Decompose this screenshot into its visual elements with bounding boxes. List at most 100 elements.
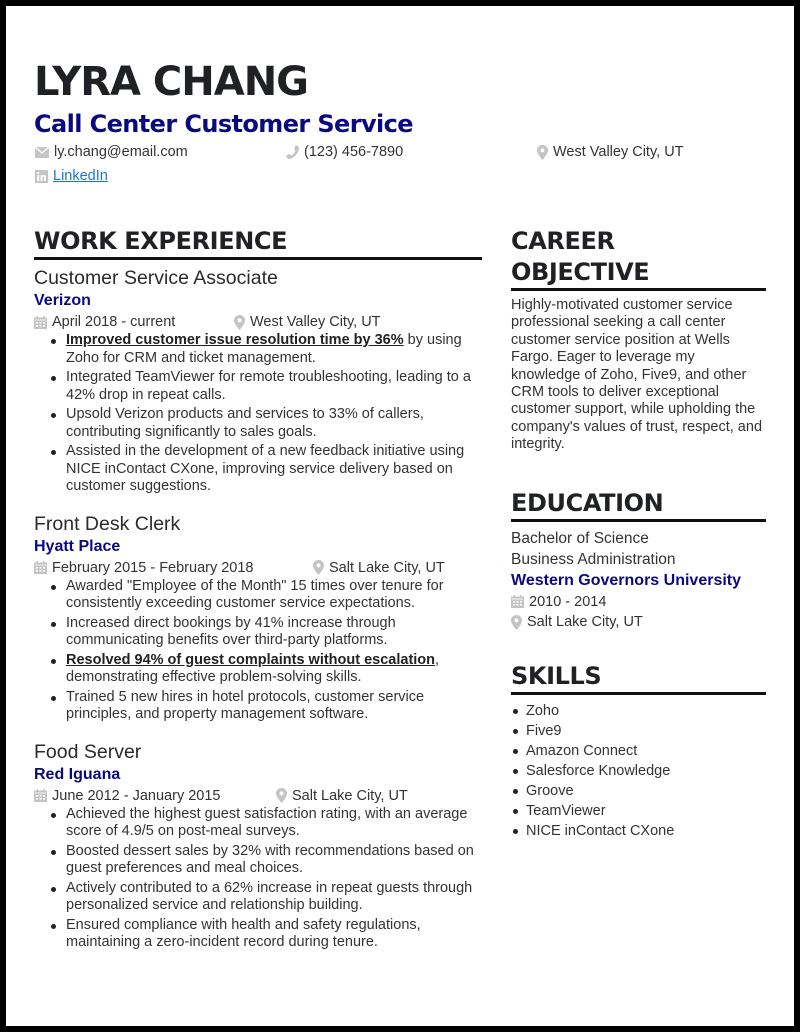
achievement-list: Achieved the highest guest satisfaction … — [34, 806, 482, 952]
company-name: Hyatt Place — [34, 537, 121, 555]
company-name: Red Iguana — [34, 765, 121, 783]
map-pin-icon — [234, 314, 245, 330]
skill-item: Groove — [511, 781, 766, 801]
job-entry: Front Desk Clerk Hyatt Place February 20… — [34, 512, 482, 724]
calendar-icon — [34, 789, 47, 802]
job-meta: April 2018 - current West Valley City, U… — [34, 312, 482, 332]
section-heading-work-experience: WORK EXPERIENCE — [34, 226, 482, 260]
achievement-bullet: Assisted in the development of a new fee… — [48, 443, 482, 496]
job-dates: February 2015 - February 2018 — [34, 558, 313, 578]
job-entry: Food Server Red Iguana June 2012 - Janua… — [34, 740, 482, 952]
candidate-name: LYRA CHANG — [34, 59, 309, 105]
achievement-list: Awarded "Employee of the Month" 15 times… — [34, 578, 482, 724]
contact-email: ly.chang@email.com — [35, 143, 188, 161]
job-location-text: Salt Lake City, UT — [329, 559, 445, 576]
education-dates: 2010 - 2014 — [511, 592, 766, 613]
job-location: Salt Lake City, UT — [313, 558, 445, 578]
map-pin-icon — [537, 144, 548, 160]
heading-line-2: OBJECTIVE — [511, 258, 650, 286]
achievement-bullet: Trained 5 new hires in hotel protocols, … — [48, 689, 482, 724]
skill-item: TeamViewer — [511, 801, 766, 821]
job-title: Food Server — [34, 740, 142, 763]
section-heading-career-objective: CAREER OBJECTIVE — [511, 226, 766, 291]
work-experience-section: WORK EXPERIENCE Customer Service Associa… — [34, 226, 482, 968]
achievement-bullet: Ensured compliance with health and safet… — [48, 917, 482, 952]
skill-item: Zoho — [511, 701, 766, 721]
job-location: West Valley City, UT — [234, 312, 381, 332]
achievement-bullet: Resolved 94% of guest complaints without… — [48, 652, 482, 687]
calendar-icon — [34, 315, 47, 329]
achievement-bullet: Improved customer issue resolution time … — [48, 332, 482, 367]
objective-text: Highly-motivated customer service profes… — [511, 297, 763, 453]
linkedin-icon — [35, 169, 48, 183]
bullet-text: Actively contributed to a 62% increase i… — [66, 879, 473, 914]
career-objective-section: CAREER OBJECTIVE Highly-motivated custom… — [511, 226, 766, 454]
achievement-bullet: Achieved the highest guest satisfaction … — [48, 806, 482, 841]
section-heading-skills: SKILLS — [511, 661, 766, 695]
skills-list: Zoho Five9 Amazon Connect Salesforce Knowle… — [511, 701, 766, 841]
job-dates-text: April 2018 - current — [52, 314, 176, 330]
bullet-text: Upsold Verizon products and services to … — [66, 406, 424, 440]
bullet-text: Assisted in the development of a new fee… — [66, 443, 465, 494]
contact-location: West Valley City, UT — [537, 143, 684, 161]
achievement-bullet: Boosted dessert sales by 32% with recomm… — [48, 843, 482, 878]
phone-icon — [286, 145, 299, 159]
map-pin-icon — [276, 788, 287, 803]
envelope-icon — [35, 146, 49, 158]
job-title: Front Desk Clerk — [34, 512, 181, 535]
heading-line-1: CAREER — [511, 227, 615, 255]
education-location-text: Salt Lake City, UT — [527, 614, 643, 631]
job-dates: June 2012 - January 2015 — [34, 786, 276, 806]
bullet-text: Awarded "Employee of the Month" 15 times… — [66, 577, 444, 612]
sidebar: CAREER OBJECTIVE Highly-motivated custom… — [511, 226, 766, 841]
section-heading-education: EDUCATION — [511, 488, 766, 522]
job-entry: Customer Service Associate Verizon April… — [34, 266, 482, 496]
skill-item: Five9 — [511, 721, 766, 741]
skill-item: Amazon Connect — [511, 741, 766, 761]
job-location: Salt Lake City, UT — [276, 786, 408, 806]
achievement-bullet: Integrated TeamViewer for remote trouble… — [48, 369, 482, 404]
jobs-list: Customer Service Associate Verizon April… — [34, 266, 482, 952]
email-text: ly.chang@email.com — [54, 144, 188, 160]
calendar-icon — [34, 561, 47, 574]
map-pin-icon — [313, 560, 324, 575]
resume-page: LYRA CHANG Call Center Customer Service … — [6, 6, 794, 1026]
job-meta: February 2015 - February 2018 Salt Lake … — [34, 558, 482, 578]
map-pin-icon — [511, 614, 522, 630]
bullet-text: Ensured compliance with health and safet… — [66, 916, 421, 951]
education-section: EDUCATION Bachelor of Science Business A… — [511, 488, 766, 633]
degree: Bachelor of Science — [511, 529, 649, 547]
job-title: Customer Service Associate — [34, 267, 278, 289]
achievement-bullet: Upsold Verizon products and services to … — [48, 406, 482, 441]
phone-text: (123) 456-7890 — [304, 144, 404, 160]
highlighted-achievement: Improved customer issue resolution time … — [66, 332, 404, 348]
achievement-list: Improved customer issue resolution time … — [34, 332, 482, 496]
job-dates: April 2018 - current — [34, 312, 234, 332]
achievement-bullet: Actively contributed to a 62% increase i… — [48, 880, 482, 915]
school-name: Western Governors University — [511, 571, 742, 589]
job-location-text: West Valley City, UT — [250, 314, 381, 330]
bullet-text: Trained 5 new hires in hotel protocols, … — [66, 688, 425, 723]
contact-linkedin[interactable]: LinkedIn — [35, 167, 108, 185]
bullet-text: Boosted dessert sales by 32% with recomm… — [66, 842, 474, 877]
bullet-text: Increased direct bookings by 41% increas… — [66, 614, 396, 649]
achievement-bullet: Awarded "Employee of the Month" 15 times… — [48, 578, 482, 613]
linkedin-link[interactable]: LinkedIn — [53, 167, 108, 185]
company-name: Verizon — [34, 292, 91, 309]
skill-item: NICE inContact CXone — [511, 821, 766, 841]
contact-phone: (123) 456-7890 — [286, 143, 403, 161]
job-location-text: Salt Lake City, UT — [292, 787, 408, 804]
job-dates-text: February 2015 - February 2018 — [52, 559, 254, 576]
field-of-study: Business Administration — [511, 550, 676, 568]
bullet-text: Integrated TeamViewer for remote trouble… — [66, 369, 471, 403]
education-location: Salt Lake City, UT — [511, 612, 766, 633]
job-dates-text: June 2012 - January 2015 — [52, 787, 221, 804]
location-text: West Valley City, UT — [553, 144, 684, 160]
achievement-bullet: Increased direct bookings by 41% increas… — [48, 615, 482, 650]
skill-item: Salesforce Knowledge — [511, 761, 766, 781]
highlighted-achievement: Resolved 94% of guest complaints without… — [66, 651, 436, 668]
skills-section: SKILLS Zoho Five9 Amazon Connect Salesforce… — [511, 661, 766, 841]
job-meta: June 2012 - January 2015 Salt Lake City,… — [34, 786, 482, 806]
education-dates-text: 2010 - 2014 — [529, 593, 607, 610]
calendar-icon — [511, 595, 524, 609]
